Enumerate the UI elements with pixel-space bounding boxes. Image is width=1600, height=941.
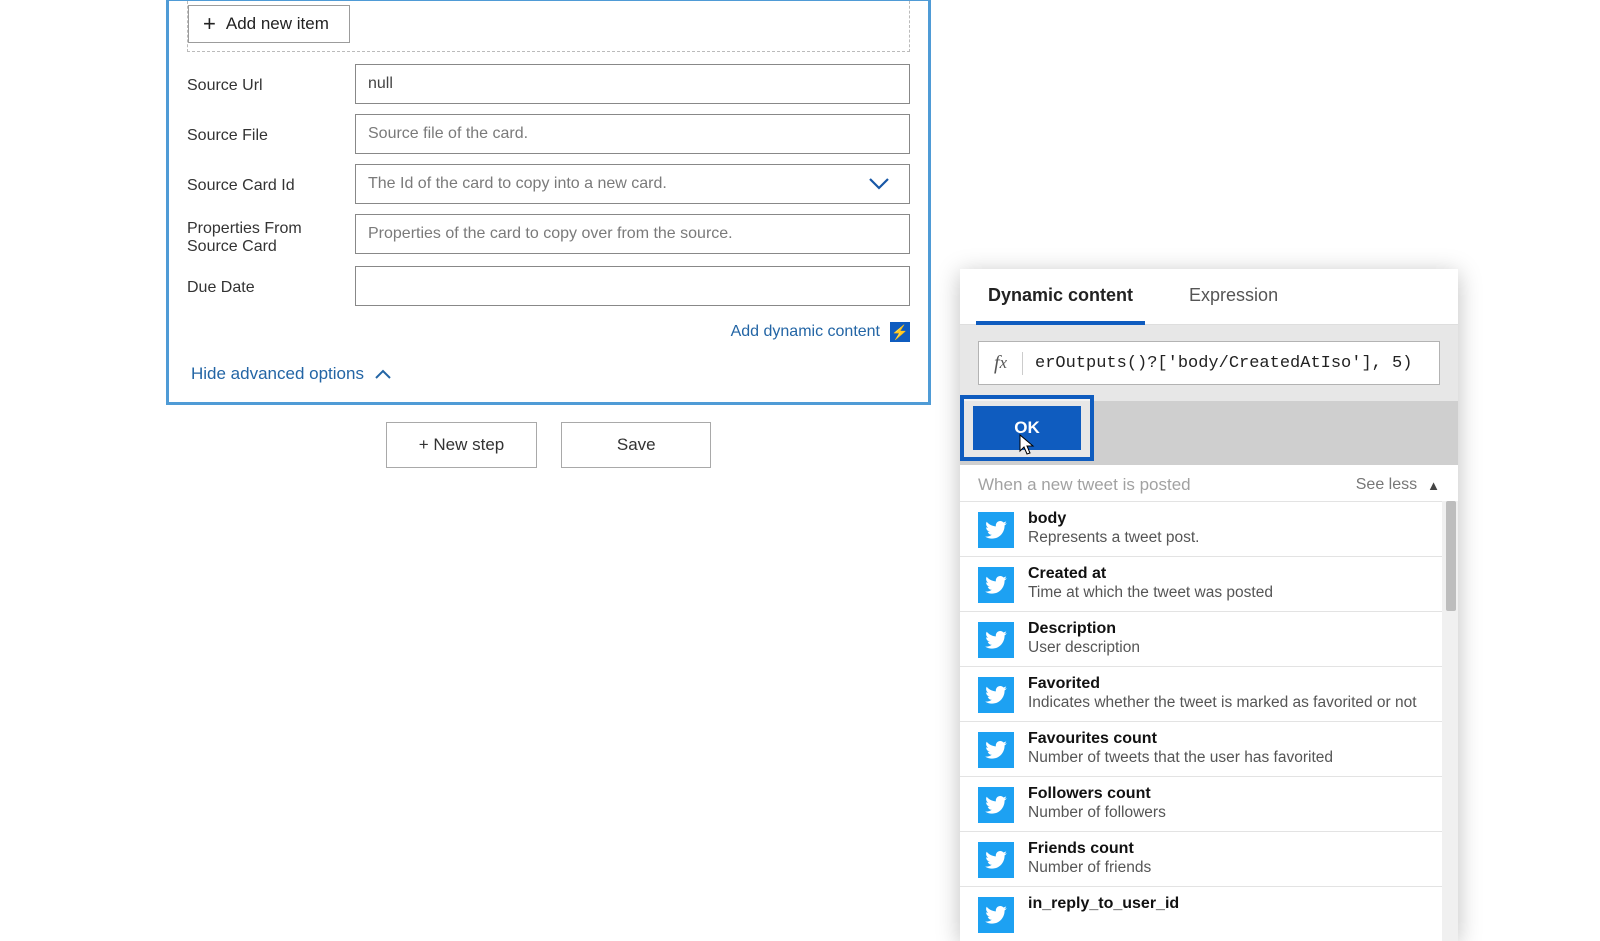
dc-item-text: Created atTime at which the tweet was po… [1028,565,1440,602]
twitter-icon [978,897,1014,933]
add-new-item-button[interactable]: + Add new item [188,5,350,43]
dc-item-desc: Represents a tweet post. [1028,529,1440,547]
dc-item[interactable]: FavoritedIndicates whether the tweet is … [960,666,1458,721]
input-source-card-id[interactable] [355,164,910,204]
twitter-icon [978,732,1014,768]
ok-label: OK [1014,418,1040,437]
dc-item[interactable]: in_reply_to_user_id [960,886,1458,941]
dc-item-desc: Number of followers [1028,804,1440,822]
expression-input-wrap: fx [978,341,1440,385]
twitter-icon [978,842,1014,878]
dc-item[interactable]: Friends countNumber of friends [960,831,1458,886]
see-less-link[interactable]: See less [1356,476,1417,494]
twitter-icon [978,677,1014,713]
dc-item-text: Followers countNumber of followers [1028,785,1440,822]
dc-item-title: body [1028,510,1440,528]
input-props-from-source[interactable] [355,214,910,254]
action-bar: + New step Save [166,422,931,468]
dc-item[interactable]: Followers countNumber of followers [960,776,1458,831]
input-source-file[interactable] [355,114,910,154]
tab-dynamic-content[interactable]: Dynamic content [960,269,1161,324]
plus-icon: + [203,13,216,35]
dc-item-desc: Number of tweets that the user has favor… [1028,749,1440,767]
add-item-container: + Add new item [187,1,910,52]
twitter-icon [978,622,1014,658]
add-new-item-label: Add new item [226,14,329,34]
field-source-url: Source Url [187,64,910,104]
field-due-date: Due Date [187,266,910,306]
label-source-card-id: Source Card Id [187,173,355,195]
dc-item-title: Favorited [1028,675,1440,693]
save-button[interactable]: Save [561,422,711,468]
label-source-url: Source Url [187,73,355,95]
dc-item-title: Description [1028,620,1440,638]
ok-button[interactable]: OK [973,406,1081,450]
dc-item-text: bodyRepresents a tweet post. [1028,510,1440,547]
field-props-from-source: Properties From Source Card [187,214,910,256]
dc-item-title: Friends count [1028,840,1440,858]
form-fields: Source Url Source File Source Card Id Pr… [169,60,928,306]
label-due-date: Due Date [187,275,355,297]
dynamic-content-link-row: Add dynamic content ⚡ [169,316,928,342]
dc-item[interactable]: Favourites countNumber of tweets that th… [960,721,1458,776]
dc-item[interactable]: DescriptionUser description [960,611,1458,666]
field-source-file: Source File [187,114,910,154]
dc-item[interactable]: Created atTime at which the tweet was po… [960,556,1458,611]
field-source-card-id: Source Card Id [187,164,910,204]
dc-item-text: Friends countNumber of friends [1028,840,1440,877]
dynamic-content-panel: Dynamic content Expression fx OK When a … [960,269,1458,941]
dc-item-title: Created at [1028,565,1440,583]
flow-action-card: + Add new item Source Url Source File So… [166,0,931,405]
collapse-triangle-icon[interactable]: ▲ [1427,478,1440,493]
twitter-icon [978,787,1014,823]
ok-highlight-box: OK [960,395,1094,461]
label-props-from-source: Properties From Source Card [187,214,355,256]
dc-item-title: Favourites count [1028,730,1440,748]
scrollbar-thumb[interactable] [1446,501,1456,611]
dc-item-list: bodyRepresents a tweet post. Created atTi… [960,501,1458,941]
hide-advanced-label: Hide advanced options [191,364,364,384]
dc-item-title: Followers count [1028,785,1440,803]
dc-item-text: FavoritedIndicates whether the tweet is … [1028,675,1440,712]
select-source-card-id[interactable] [355,164,910,204]
dc-item-desc: Indicates whether the tweet is marked as… [1028,694,1440,712]
dc-section-title: When a new tweet is posted [978,475,1191,495]
new-step-button[interactable]: + New step [386,422,538,468]
dc-item-text: Favourites countNumber of tweets that th… [1028,730,1440,767]
fx-icon: fx [979,352,1023,375]
dc-tabs: Dynamic content Expression [960,269,1458,325]
dc-item-desc: Time at which the tweet was posted [1028,584,1440,602]
dc-item-title: in_reply_to_user_id [1028,895,1440,913]
expression-row: fx [960,325,1458,401]
input-source-url[interactable] [355,64,910,104]
dc-item[interactable]: bodyRepresents a tweet post. [960,501,1458,556]
dc-item-text: in_reply_to_user_id [1028,895,1440,914]
twitter-icon [978,567,1014,603]
add-dynamic-content-link[interactable]: Add dynamic content [731,323,880,341]
dc-section-header: When a new tweet is posted See less ▲ [960,465,1458,501]
chevron-up-icon [374,368,392,380]
dc-item-desc: User description [1028,639,1440,657]
tab-expression[interactable]: Expression [1161,269,1306,324]
hide-advanced-options-toggle[interactable]: Hide advanced options [191,364,392,384]
dc-item-text: DescriptionUser description [1028,620,1440,657]
input-due-date[interactable] [355,266,910,306]
dc-item-desc: Number of friends [1028,859,1440,877]
expression-input[interactable] [1023,354,1439,373]
ok-zone: OK [960,401,1458,465]
label-source-file: Source File [187,123,355,145]
dynamic-content-badge-icon[interactable]: ⚡ [890,322,910,342]
scrollbar-track[interactable] [1442,501,1458,941]
twitter-icon [978,512,1014,548]
